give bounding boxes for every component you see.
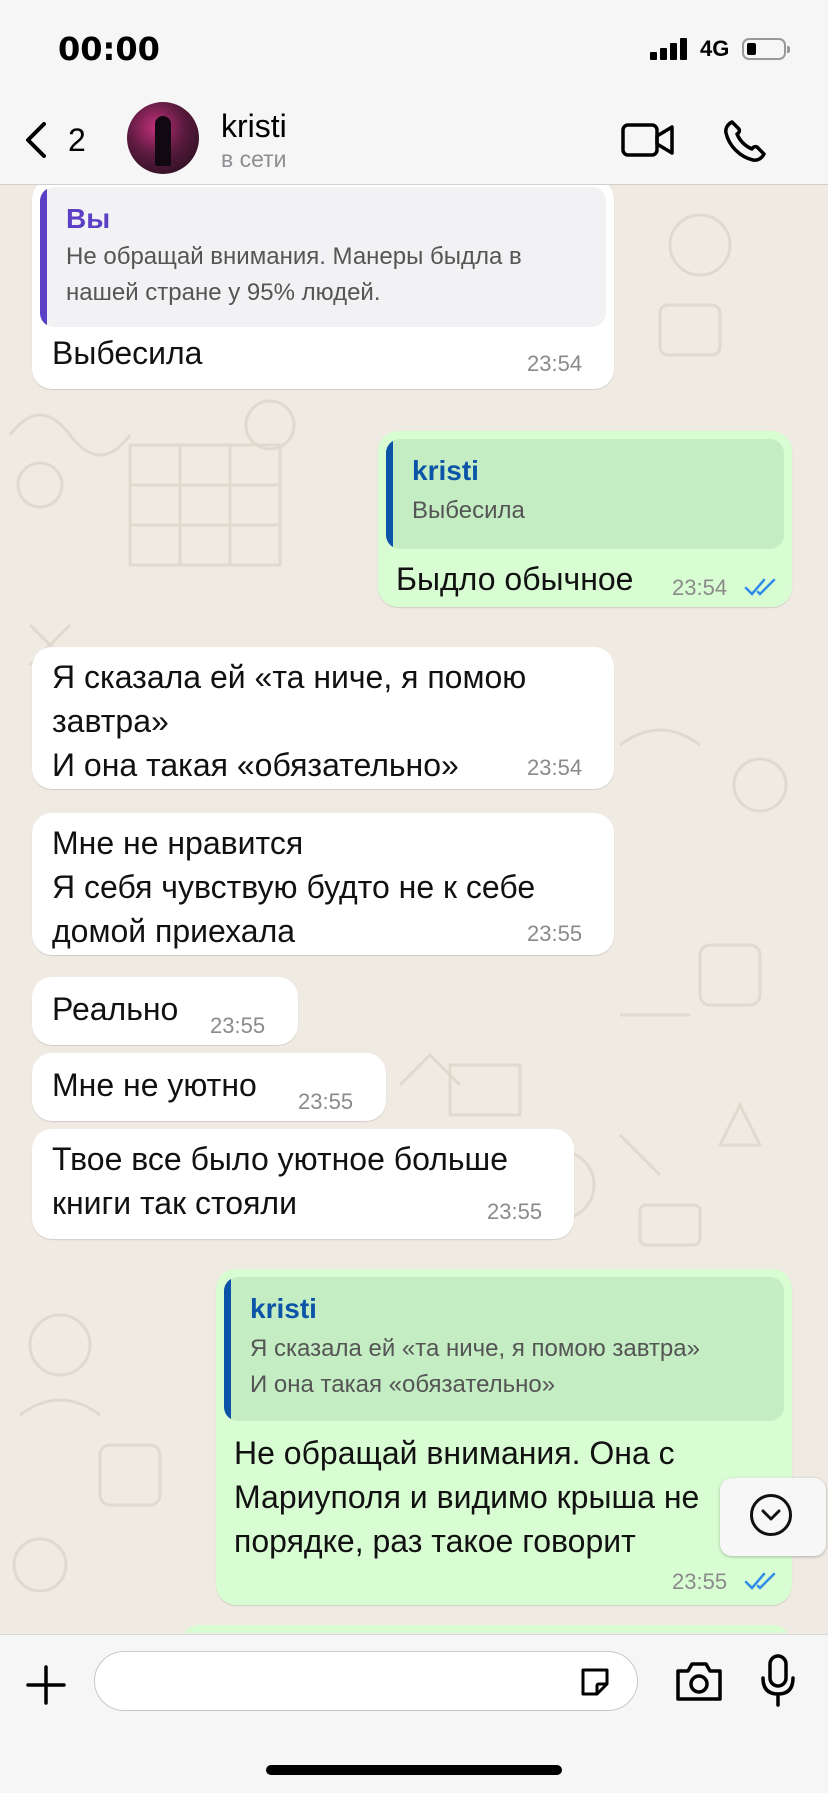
message-text: Быдло обычное xyxy=(396,561,634,597)
message-text: домой приехала xyxy=(52,913,296,949)
message-text: завтра» xyxy=(52,703,169,739)
message-time: 23:54 xyxy=(527,351,583,376)
message-time: 23:55 xyxy=(527,921,583,946)
message-text: И она такая «обязательно» xyxy=(52,747,459,783)
message-text: Реально xyxy=(52,991,179,1027)
chat-header: 2 kristi в сети xyxy=(0,100,828,185)
message-input[interactable] xyxy=(117,1662,551,1700)
avatar[interactable] xyxy=(127,102,199,174)
read-receipt-icon xyxy=(744,1572,776,1590)
message-text: Мариуполя и видимо крыша не xyxy=(234,1479,700,1515)
message-time: 23:54 xyxy=(672,575,728,600)
network-type: 4G xyxy=(700,36,730,61)
chevron-down-icon xyxy=(761,1509,781,1521)
message-time: 23:55 xyxy=(487,1199,543,1224)
video-call-button[interactable] xyxy=(620,118,676,162)
reply-quote[interactable]: kristi Выбесила xyxy=(386,439,784,549)
composer-bar xyxy=(0,1634,828,1793)
contact-status: в сети xyxy=(221,146,287,172)
message-bubble-outgoing[interactable]: kristi Выбесила Быдло обычное 23:54 xyxy=(378,431,792,607)
message-text: Я сказала ей «та ниче, я помою xyxy=(52,659,527,695)
home-indicator xyxy=(266,1765,562,1775)
quote-text-line: Не обращай внимания. Манеры быдла в xyxy=(66,243,522,270)
status-time: 00:00 xyxy=(58,30,160,68)
plus-icon[interactable] xyxy=(24,1663,68,1707)
chevron-left-icon xyxy=(26,122,46,158)
quote-text-line: Я сказала ей «та ниче, я помою завтра» xyxy=(250,1335,700,1362)
message-text: Твое все было уютное больше xyxy=(52,1141,508,1177)
video-camera-icon xyxy=(621,123,674,157)
camera-icon[interactable] xyxy=(674,1659,724,1703)
message-time: 23:55 xyxy=(210,1013,266,1038)
quote-author: kristi xyxy=(412,455,479,486)
microphone-icon[interactable] xyxy=(758,1653,798,1709)
message-text: книги так стояли xyxy=(52,1185,297,1221)
message-text: порядке, раз такое говорит xyxy=(234,1523,636,1559)
message-bubble-incoming[interactable]: Вы Не обращай внимания. Манеры быдла в н… xyxy=(32,185,614,389)
read-receipt-icon xyxy=(744,578,776,596)
message-list[interactable]: Вы Не обращай внимания. Манеры быдла в н… xyxy=(0,185,828,1633)
quote-text-line: Выбесила xyxy=(412,497,525,524)
quote-text-line: нашей стране у 95% людей. xyxy=(66,279,381,306)
scroll-to-bottom-button[interactable] xyxy=(720,1478,826,1556)
sticker-icon[interactable] xyxy=(577,1664,613,1700)
message-bubble-incoming[interactable]: Я сказала ей «та ниче, я помою завтра» И… xyxy=(32,647,614,789)
message-text: Выбесила xyxy=(52,335,203,371)
unread-count: 2 xyxy=(68,122,86,158)
message-bubble-incoming[interactable]: Реально 23:55 xyxy=(32,977,298,1045)
reply-quote[interactable]: kristi Я сказала ей «та ниче, я помою за… xyxy=(224,1277,784,1421)
message-time: 23:55 xyxy=(298,1089,354,1114)
signal-icon xyxy=(650,36,694,60)
message-input-field[interactable] xyxy=(94,1651,638,1711)
message-text: Я себя чувствую будто не к себе xyxy=(52,869,536,905)
quote-author: Вы xyxy=(66,203,111,234)
message-text: Мне не уютно xyxy=(52,1067,257,1103)
message-bubble-incoming[interactable]: Мне не нравится Я себя чувствую будто не… xyxy=(32,813,614,955)
contact-name[interactable]: kristi xyxy=(221,108,287,145)
quote-author: kristi xyxy=(250,1293,317,1324)
message-text: Мне не нравится xyxy=(52,825,304,861)
back-button[interactable]: 2 xyxy=(20,118,100,162)
phone-icon xyxy=(724,120,766,162)
battery-icon xyxy=(742,38,790,60)
quote-text-line: И она такая «обязательно» xyxy=(250,1371,556,1398)
message-bubble-outgoing[interactable] xyxy=(180,1625,792,1633)
message-time: 23:54 xyxy=(527,755,583,780)
message-bubble-incoming[interactable]: Мне не уютно 23:55 xyxy=(32,1053,386,1121)
status-bar: 00:00 4G xyxy=(0,0,828,100)
voice-call-button[interactable] xyxy=(720,116,770,166)
message-time: 23:55 xyxy=(672,1569,728,1594)
reply-quote[interactable]: Вы Не обращай внимания. Манеры быдла в н… xyxy=(40,187,606,327)
message-bubble-incoming[interactable]: Твое все было уютное больше книги так ст… xyxy=(32,1129,574,1239)
message-bubble-outgoing[interactable]: kristi Я сказала ей «та ниче, я помою за… xyxy=(216,1269,792,1605)
message-text: Не обращай внимания. Она с xyxy=(234,1435,675,1471)
